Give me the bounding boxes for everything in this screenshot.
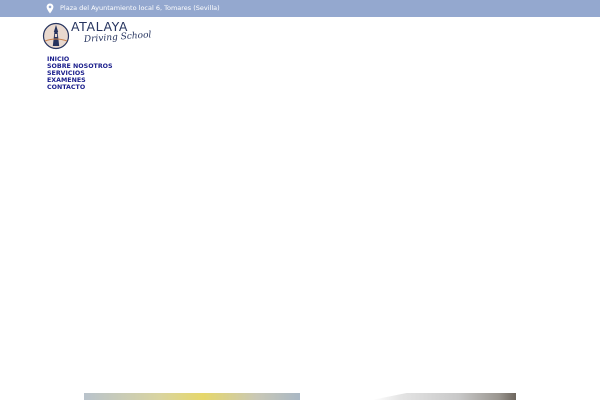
nav-item-sobre-nosotros[interactable]: SOBRE NOSOTROS — [47, 63, 113, 70]
nav-item-inicio[interactable]: INICIO — [47, 56, 113, 63]
top-bar: Plaza del Ayuntamiento local 6, Tomares … — [0, 0, 600, 17]
main-navigation: INICIO SOBRE NOSOTROS SERVICIOS EXAMENES… — [47, 56, 113, 91]
feature-image-left — [84, 393, 300, 400]
address-text: Plaza del Ayuntamiento local 6, Tomares … — [60, 4, 220, 12]
site-logo[interactable]: ATALAYA Driving School — [42, 19, 152, 53]
nav-item-examenes[interactable]: EXAMENES — [47, 77, 113, 84]
map-pin-icon — [46, 3, 54, 14]
nav-item-servicios[interactable]: SERVICIOS — [47, 70, 113, 77]
tower-emblem-icon — [42, 22, 70, 50]
feature-image-right — [372, 393, 516, 400]
nav-item-contacto[interactable]: CONTACTO — [47, 84, 113, 91]
